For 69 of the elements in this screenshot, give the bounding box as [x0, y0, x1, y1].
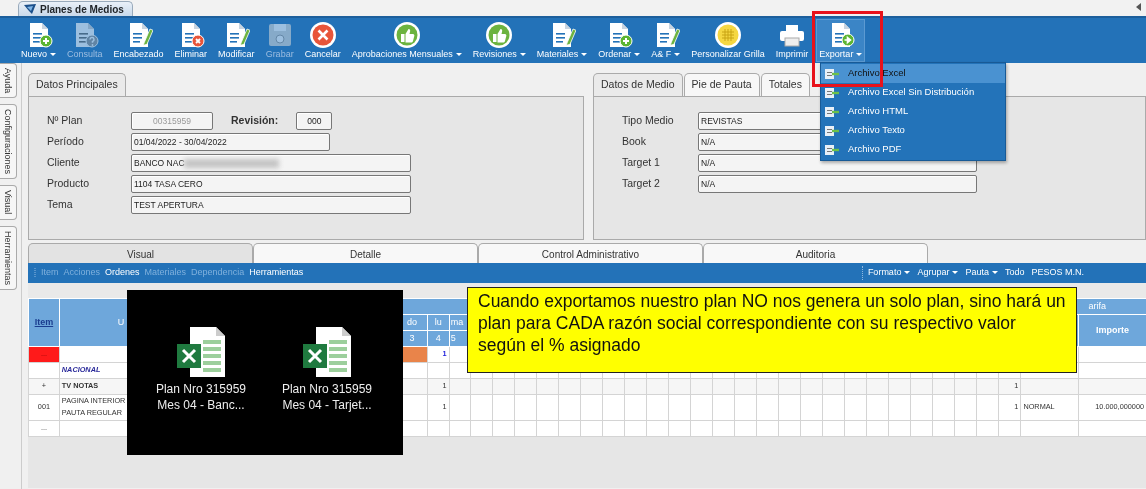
- grid-option[interactable]: Todo: [1004, 266, 1025, 280]
- field-label: Nº Plan: [47, 113, 84, 129]
- view-tab[interactable]: Visual: [28, 243, 253, 263]
- text-field[interactable]: BANCO NAC: [131, 154, 411, 173]
- text-field[interactable]: TEST APERTURA: [131, 196, 411, 215]
- panel-tab[interactable]: Pie de Pauta: [683, 73, 760, 96]
- field-label: Book: [622, 134, 647, 150]
- grid-icon: [714, 21, 743, 49]
- revision-field[interactable]: 000: [296, 112, 333, 131]
- grid-option[interactable]: PESOS M.N.: [1031, 266, 1084, 280]
- field-label: Target 2: [622, 176, 661, 192]
- app-logo-icon: [23, 3, 37, 15]
- panel-tab[interactable]: Datos de Medio: [593, 73, 683, 96]
- toolbar-button[interactable]: Aprobaciones Mensuales: [348, 19, 465, 62]
- view-tab[interactable]: Detalle: [253, 243, 478, 263]
- grid-menu-item[interactable]: Ordenes: [105, 266, 140, 280]
- side-tab[interactable]: Ayuda: [0, 63, 17, 99]
- view-tab[interactable]: Control Administrativo: [478, 243, 703, 263]
- column-header[interactable]: Item: [34, 316, 54, 327]
- side-tab[interactable]: Visual: [0, 185, 17, 220]
- export-file-icon: [824, 86, 840, 99]
- field-label: Producto: [47, 176, 91, 192]
- toolbar-button[interactable]: Nuevo: [18, 19, 59, 62]
- menu-item[interactable]: Archivo Excel: [821, 64, 1005, 83]
- field-label: Cliente: [47, 155, 81, 171]
- export-file-icon: [824, 67, 840, 80]
- field-label: Target 1: [622, 155, 661, 171]
- text-field[interactable]: 1104 TASA CERO: [131, 175, 411, 194]
- column-header: Importe: [1078, 314, 1146, 347]
- text-field[interactable]: 01/04/2022 - 30/04/2022: [131, 133, 330, 152]
- export-file-icon: [824, 105, 840, 118]
- field-label: Revisión:: [231, 113, 279, 129]
- toolbar-button[interactable]: Modificar: [215, 19, 258, 62]
- field-label: Tipo Medio: [622, 113, 675, 129]
- toolbar-button[interactable]: Encabezado: [110, 19, 167, 62]
- side-tab[interactable]: Herramientas: [0, 225, 17, 290]
- thumbs-up-icon: [485, 21, 514, 49]
- toolbar-button[interactable]: Imprimir: [772, 19, 812, 62]
- field-label: Período: [47, 134, 85, 150]
- callout-note: Cuando exportamos nuestro plan NO nos genera un solo plan, sino hará un plan para CADA razón social correspondiente con su respectivo valor según el % asignado: [467, 287, 1077, 373]
- toolbar-button[interactable]: Cancelar: [301, 19, 344, 62]
- grid-option[interactable]: Agrupar: [917, 266, 959, 280]
- cancel-icon: [308, 21, 337, 49]
- view-tab[interactable]: Auditoria: [703, 243, 928, 263]
- spreadsheet-file-icon: [302, 326, 352, 378]
- window-tab[interactable]: Planes de Medios: [18, 1, 133, 16]
- grid-menu-item[interactable]: Herramientas: [249, 266, 304, 280]
- panel-tab[interactable]: Totales: [760, 73, 810, 96]
- export-file-icon: [824, 143, 840, 156]
- field-label: Tema: [47, 197, 74, 213]
- grid-option[interactable]: Pauta: [965, 266, 998, 280]
- menu-item[interactable]: Archivo Excel Sin Distribución: [821, 83, 1005, 102]
- export-file-icon: [824, 124, 840, 137]
- toolbar-button[interactable]: Exportar: [816, 19, 866, 62]
- thumbs-up-icon: [392, 21, 421, 49]
- grid-option[interactable]: Formato: [867, 266, 911, 280]
- text-field[interactable]: N/A: [698, 175, 977, 194]
- toolbar-button[interactable]: Revisiones: [469, 19, 529, 62]
- collapse-arrow-icon: [1136, 3, 1142, 11]
- spreadsheet-file-icon: [176, 326, 226, 378]
- toolbar-button[interactable]: A& F: [648, 19, 684, 62]
- toolbar-button[interactable]: Eliminar: [171, 19, 211, 62]
- toolbar-button[interactable]: Personalizar Grilla: [688, 19, 768, 62]
- menu-item[interactable]: Archivo Texto: [821, 121, 1005, 140]
- toolbar-button[interactable]: Materiales: [533, 19, 591, 62]
- panel-tab[interactable]: Datos Principales: [28, 73, 126, 96]
- side-tab[interactable]: Configuraciones: [0, 104, 17, 180]
- menu-item[interactable]: Archivo HTML: [821, 102, 1005, 121]
- toolbar-button[interactable]: Ordenar: [595, 19, 644, 62]
